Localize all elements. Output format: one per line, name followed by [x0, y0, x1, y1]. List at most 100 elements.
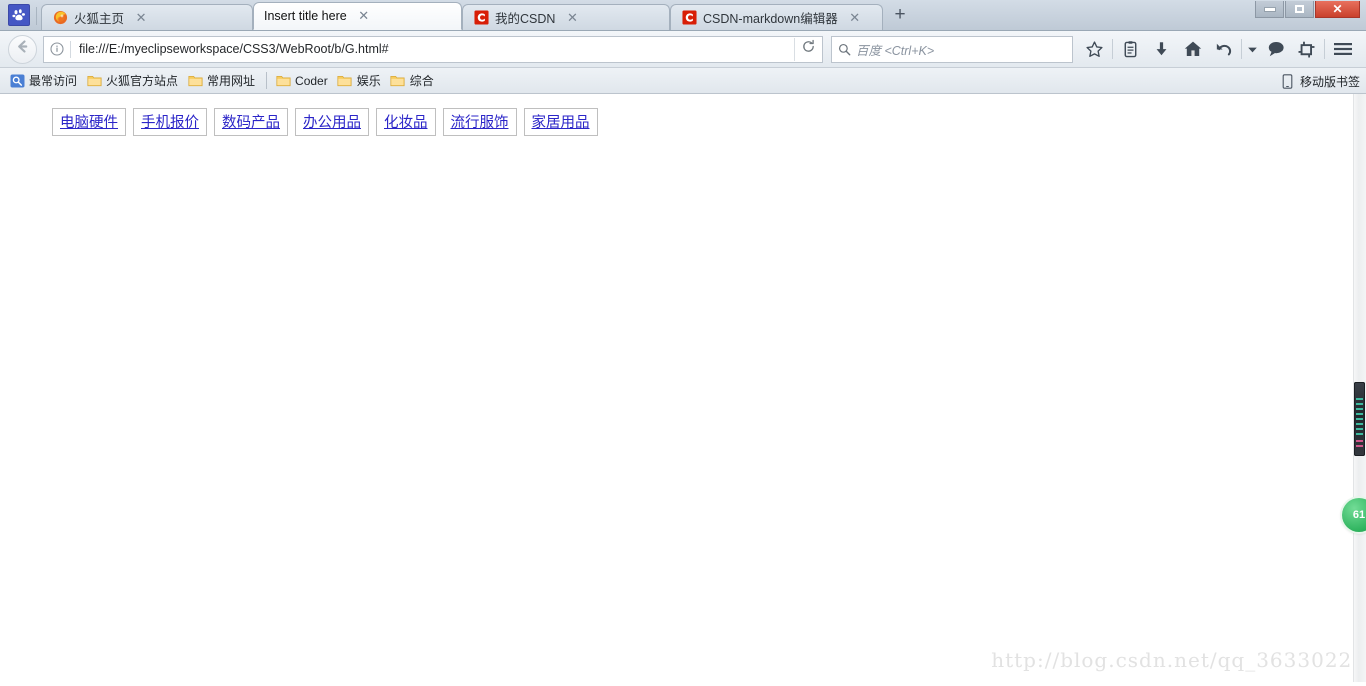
bookmark-label: 最常访问	[29, 74, 78, 88]
minimize-button[interactable]	[1255, 1, 1284, 18]
vertical-scrollbar[interactable]	[1353, 94, 1366, 682]
vertical-scrollbar-thumb[interactable]	[1354, 382, 1365, 456]
navigation-toolbar: file:///E:/myeclipseworkspace/CSS3/WebRo…	[0, 31, 1366, 68]
tab-title: Insert title here	[264, 9, 347, 23]
thumb-tick	[1356, 440, 1363, 442]
tab-title: CSDN-markdown编辑器	[703, 12, 838, 26]
tab-title: 火狐主页	[74, 12, 125, 26]
nav-link-box[interactable]: 手机报价	[133, 108, 207, 136]
folder-icon	[337, 73, 353, 88]
tab-csdn-markdown-editor[interactable]: CSDN-markdown编辑器 ✕	[670, 4, 883, 30]
toolbar-divider-2	[1241, 39, 1242, 59]
undo-history-icon[interactable]	[1208, 35, 1239, 63]
window-controls: ✕	[1255, 1, 1360, 18]
mobile-bookmarks-button[interactable]: 移动版书签	[1280, 68, 1360, 94]
search-icon	[832, 38, 856, 61]
search-bar[interactable]: 百度 <Ctrl+K>	[831, 35, 1073, 63]
back-button[interactable]	[8, 34, 37, 64]
bookmark-label: 常用网址	[207, 74, 256, 88]
nav-link-box[interactable]: 家居用品	[523, 108, 598, 136]
star-icon[interactable]	[1079, 35, 1110, 63]
close-icon[interactable]: ✕	[565, 11, 579, 25]
nav-link-box[interactable]: 数码产品	[214, 108, 288, 136]
bookmarks-divider	[266, 72, 268, 89]
bookmark-item-most-visited[interactable]: 最常访问	[6, 70, 83, 91]
close-icon[interactable]: ✕	[848, 11, 862, 25]
new-tab-button[interactable]: +	[887, 4, 913, 28]
bookmark-item-firefox-official[interactable]: 火狐官方站点	[83, 70, 184, 91]
reader-list-icon[interactable]	[1115, 35, 1146, 63]
url-text[interactable]: file:///E:/myeclipseworkspace/CSS3/WebRo…	[71, 42, 794, 56]
close-icon[interactable]: ✕	[357, 9, 371, 23]
toolbar-icons	[1079, 35, 1358, 63]
thumb-tick	[1356, 445, 1363, 447]
chevron-down-icon[interactable]	[1244, 35, 1260, 63]
reload-button[interactable]	[794, 37, 822, 61]
folder-icon	[187, 73, 203, 88]
thumb-tick	[1356, 403, 1363, 405]
nav-link-fashion[interactable]: 流行服饰	[451, 115, 509, 131]
mobile-device-icon	[1280, 73, 1296, 89]
nav-link-box[interactable]: 办公用品	[295, 108, 369, 136]
nav-link-office-supplies[interactable]: 办公用品	[303, 115, 361, 131]
bookmark-label: 综合	[409, 74, 434, 88]
thumb-tick	[1356, 408, 1363, 410]
url-bar[interactable]: file:///E:/myeclipseworkspace/CSS3/WebRo…	[43, 35, 823, 63]
tab-strip: 火狐主页 ✕ Insert title here ✕ 我的CSDN ✕ CSDN…	[0, 0, 1366, 31]
mobile-bookmarks-label: 移动版书签	[1299, 74, 1360, 89]
firefox-icon	[52, 10, 68, 26]
nav-link-computer-hardware[interactable]: 电脑硬件	[60, 115, 118, 131]
tab-title: 我的CSDN	[495, 12, 556, 26]
thumb-tick	[1356, 433, 1363, 435]
thumb-tick	[1356, 398, 1363, 400]
browser-window: 火狐主页 ✕ Insert title here ✕ 我的CSDN ✕ CSDN…	[0, 0, 1366, 686]
crop-screenshot-icon[interactable]	[1291, 35, 1322, 63]
csdn-icon	[473, 10, 489, 26]
tabstrip-divider	[36, 7, 37, 25]
category-nav-links: 电脑硬件 手机报价 数码产品 办公用品 化妆品 流行服饰 家居用品	[0, 94, 1366, 136]
nav-link-box[interactable]: 流行服饰	[442, 108, 517, 136]
tab-huohu-homepage[interactable]: 火狐主页 ✕	[41, 4, 253, 30]
hamburger-menu-icon[interactable]	[1327, 35, 1358, 63]
close-icon[interactable]: ✕	[134, 11, 148, 25]
home-icon[interactable]	[1177, 35, 1208, 63]
folder-icon	[275, 73, 291, 88]
bookmark-label: 娱乐	[356, 74, 381, 88]
bookmark-item-common-sites[interactable]: 常用网址	[184, 70, 261, 91]
info-circle-icon[interactable]	[44, 38, 70, 61]
page-viewport: 电脑硬件 手机报价 数码产品 办公用品 化妆品 流行服饰 家居用品 http:/…	[0, 94, 1366, 682]
baidu-paw-icon[interactable]	[8, 4, 30, 26]
nav-link-box[interactable]: 电脑硬件	[52, 108, 126, 136]
bookmark-item-comprehensive[interactable]: 综合	[387, 70, 440, 91]
toolbar-divider-3	[1324, 39, 1325, 59]
tab-insert-title-here[interactable]: Insert title here ✕	[253, 2, 462, 30]
bookmark-item-entertainment[interactable]: 娱乐	[334, 70, 387, 91]
nav-link-home-goods[interactable]: 家居用品	[532, 115, 590, 131]
arrow-left-icon	[14, 38, 31, 60]
bookmark-label: Coder	[295, 73, 328, 88]
bookmark-label: 火狐官方站点	[106, 74, 179, 88]
nav-link-box[interactable]: 化妆品	[376, 108, 436, 136]
restore-icon	[1295, 5, 1304, 13]
csdn-icon	[681, 10, 697, 26]
restore-button[interactable]	[1285, 1, 1314, 18]
thumb-tick	[1356, 428, 1363, 430]
nav-link-cosmetics[interactable]: 化妆品	[384, 115, 428, 131]
minimize-icon	[1264, 7, 1275, 11]
reload-icon	[801, 39, 816, 59]
status-badge[interactable]: 61	[1342, 498, 1366, 532]
nav-link-digital-products[interactable]: 数码产品	[222, 115, 280, 131]
bookmark-item-coder[interactable]: Coder	[272, 71, 334, 90]
thumb-tick	[1356, 423, 1363, 425]
toolbar-divider	[1112, 39, 1113, 59]
nav-link-phone-prices[interactable]: 手机报价	[141, 115, 199, 131]
download-arrow-icon[interactable]	[1146, 35, 1177, 63]
thumb-tick	[1356, 418, 1363, 420]
most-visited-icon	[9, 73, 25, 88]
close-window-button[interactable]: ✕	[1315, 1, 1360, 18]
close-icon: ✕	[1332, 2, 1343, 16]
speech-bubble-icon[interactable]	[1260, 35, 1291, 63]
thumb-tick	[1356, 413, 1363, 415]
search-input[interactable]: 百度 <Ctrl+K>	[856, 40, 934, 59]
tab-my-csdn[interactable]: 我的CSDN ✕	[462, 4, 670, 30]
